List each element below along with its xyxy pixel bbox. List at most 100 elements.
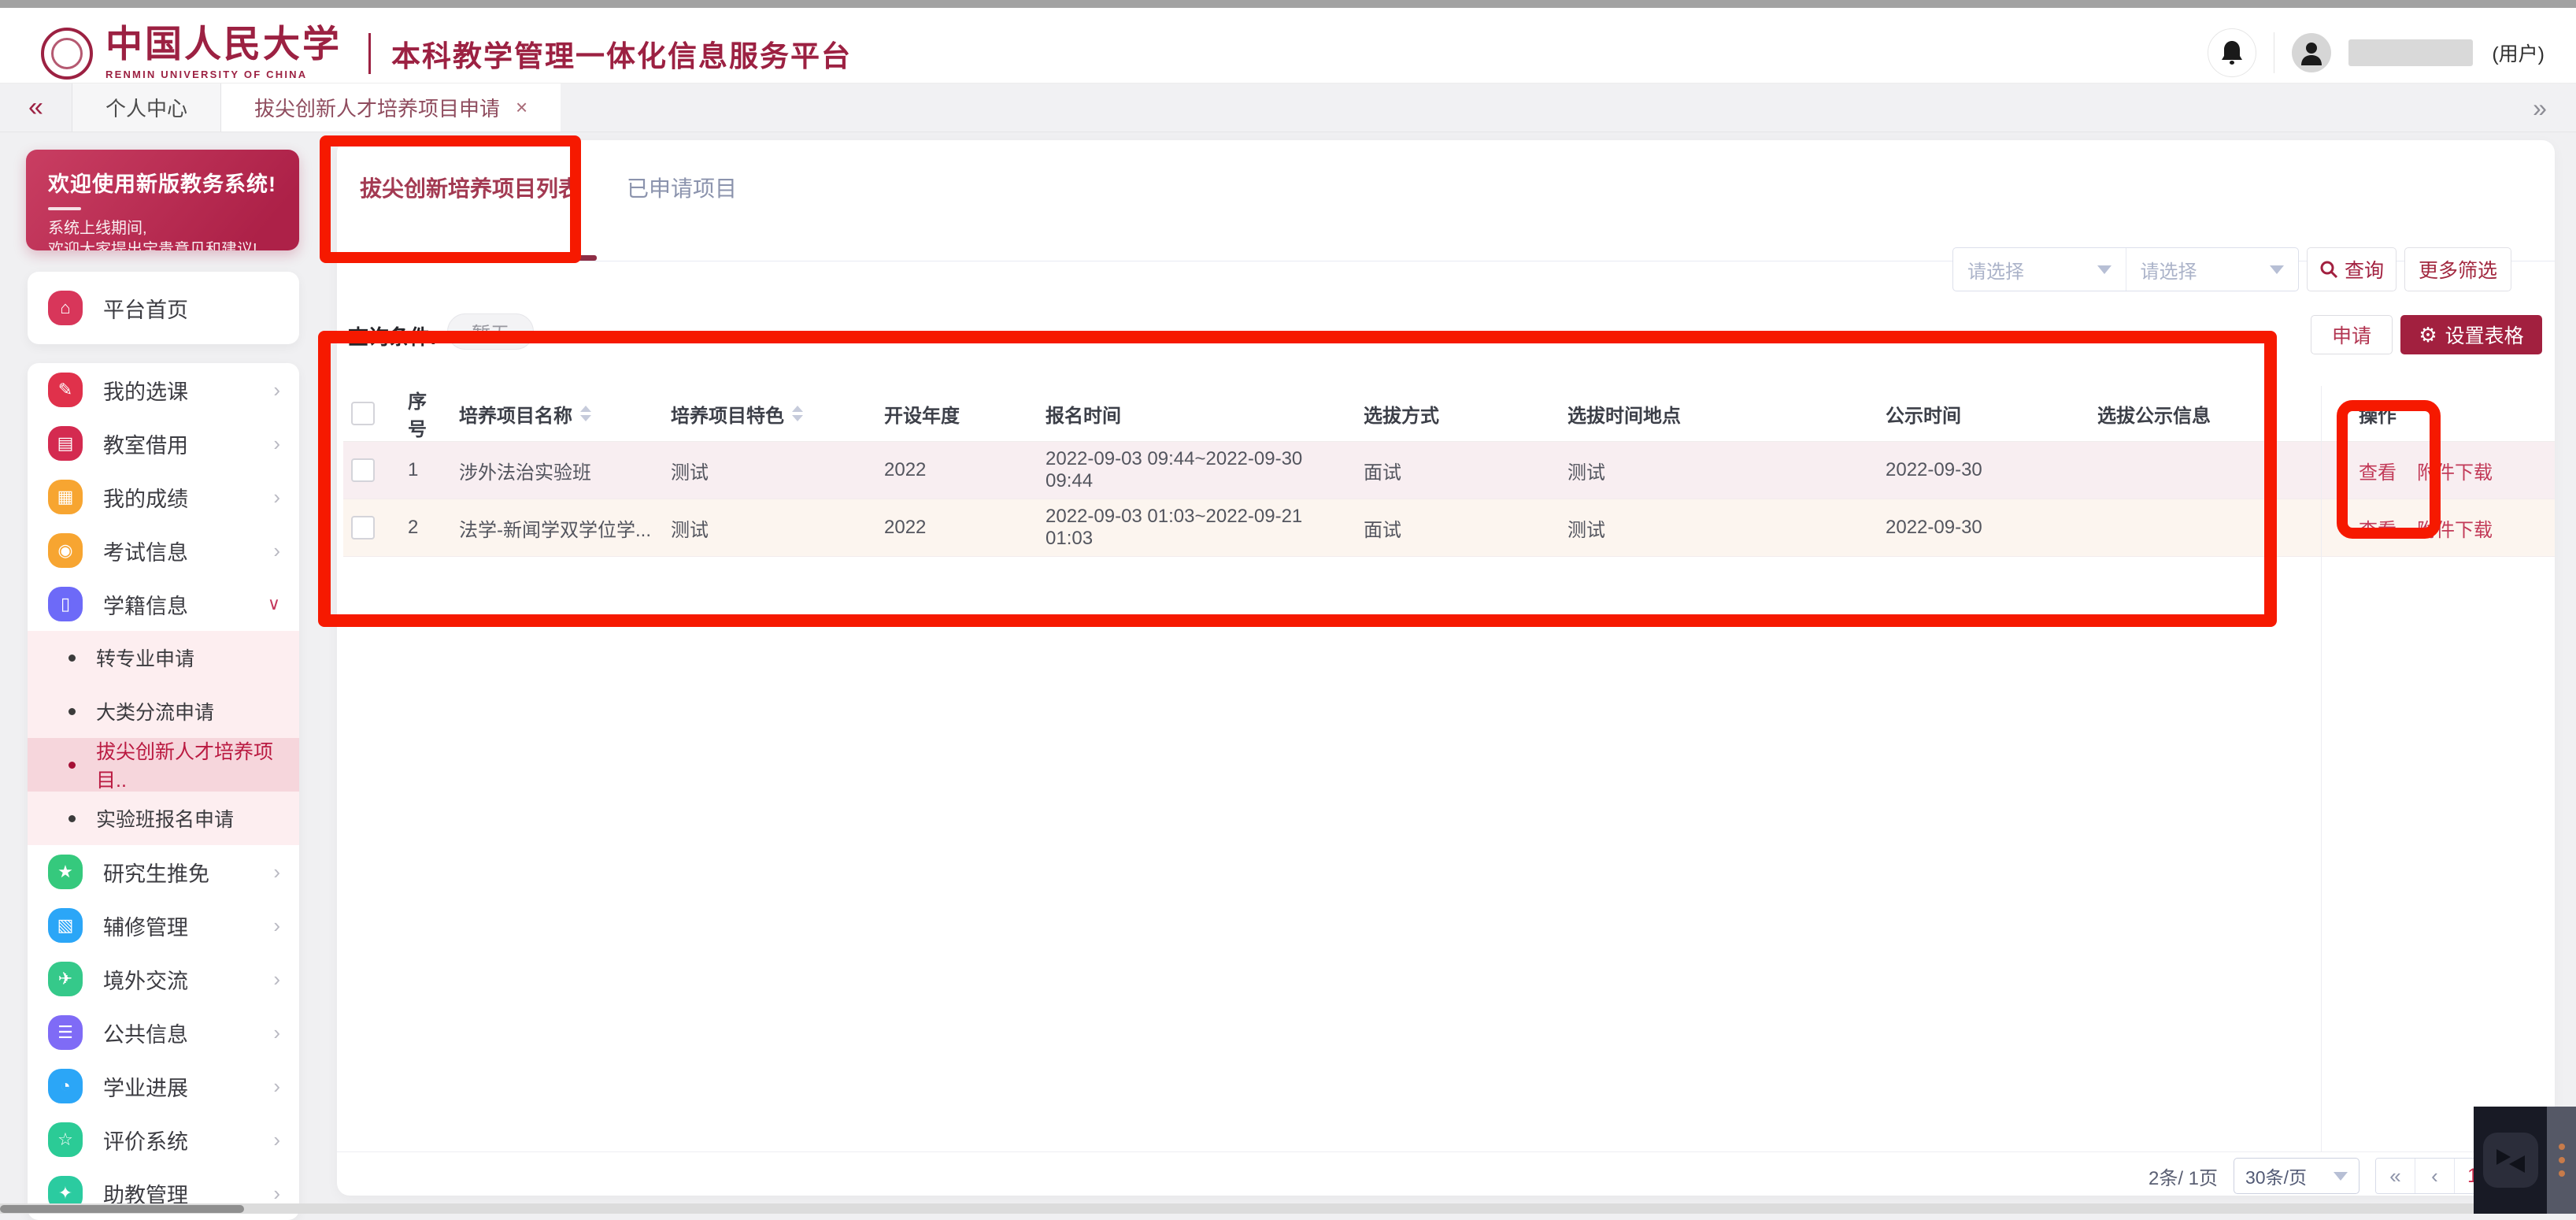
grades-icon: ▦ bbox=[48, 480, 83, 514]
chevron-down-icon: ∨ bbox=[268, 594, 280, 614]
filter-select-group: 请选择 请选择 bbox=[1952, 247, 2299, 291]
sidebar-item-classroom-borrow[interactable]: ▤ 教室借用 › bbox=[28, 417, 299, 470]
chevron-right-icon: › bbox=[273, 432, 280, 456]
chevron-right-icon: › bbox=[273, 914, 280, 938]
bullet-icon bbox=[68, 762, 76, 769]
chevron-right-icon: › bbox=[273, 967, 280, 992]
welcome-banner: 欢迎使用新版教务系统! 系统上线期间, 欢迎大家提出宝贵意见和建议! bbox=[26, 150, 299, 250]
sidebar-collapse-button[interactable]: « bbox=[0, 83, 72, 132]
bullet-icon bbox=[68, 654, 76, 662]
sidebar-item-exam-info[interactable]: ◉ 考试信息 › bbox=[28, 524, 299, 577]
bullet-icon bbox=[68, 708, 76, 715]
dot-icon bbox=[2559, 1170, 2565, 1177]
progress-icon: ◔ bbox=[48, 1069, 83, 1103]
sidebar-home-label: 平台首页 bbox=[103, 293, 188, 324]
brand-name-cn: 中国人民大学 bbox=[105, 27, 342, 64]
student-status-icon: ▯ bbox=[48, 587, 83, 621]
graduate-icon: ★ bbox=[48, 855, 83, 889]
first-page-button[interactable]: « bbox=[2376, 1159, 2415, 1193]
notification-bell-button[interactable] bbox=[2208, 28, 2256, 77]
pagination-divider bbox=[337, 1151, 2555, 1152]
university-logo: 中国人民大学 RENMIN UNIVERSITY OF CHINA 本科教学管理… bbox=[41, 25, 852, 82]
dot-icon bbox=[2559, 1157, 2565, 1163]
my-courses-icon: ✎ bbox=[48, 373, 83, 407]
chevron-down-icon bbox=[2334, 1172, 2348, 1181]
banner-accent-bar bbox=[48, 207, 81, 210]
platform-title: 本科教学管理一体化信息服务平台 bbox=[391, 32, 852, 75]
apply-button[interactable]: 申请 bbox=[2311, 315, 2393, 354]
user-name-redacted bbox=[2348, 39, 2473, 66]
exam-icon: ◉ bbox=[48, 533, 83, 568]
pagination-summary: 2条/ 1页 bbox=[2149, 1163, 2218, 1190]
horizontal-scrollbar[interactable] bbox=[0, 1205, 244, 1213]
filter-select-2[interactable]: 请选择 bbox=[2126, 248, 2299, 291]
widget-menu-button[interactable] bbox=[2547, 1107, 2576, 1214]
sidebar-subitem-experimental-class[interactable]: 实验班报名申请 bbox=[28, 792, 299, 845]
search-icon bbox=[2319, 260, 2338, 279]
sidebar-subitem-talent-project[interactable]: 拔尖创新人才培养项目.. bbox=[28, 738, 299, 792]
sidebar-item-home[interactable]: ⌂ 平台首页 bbox=[28, 272, 299, 344]
chevron-right-icon: › bbox=[273, 485, 280, 510]
gear-icon: ⚙ bbox=[2419, 324, 2437, 345]
chevron-right-icon: › bbox=[273, 539, 280, 563]
tab-talent-project-application[interactable]: 拔尖创新人才培养项目申请 × bbox=[221, 83, 561, 132]
app-header: 中国人民大学 RENMIN UNIVERSITY OF CHINA 本科教学管理… bbox=[0, 8, 2576, 83]
operations-column-divider bbox=[2321, 386, 2322, 1151]
brand-name-en: RENMIN UNIVERSITY OF CHINA bbox=[105, 69, 342, 80]
chevron-right-icon: › bbox=[273, 1074, 280, 1099]
sidebar-item-student-status[interactable]: ▯ 学籍信息 ∨ bbox=[28, 577, 299, 631]
sidebar-item-academic-progress[interactable]: ◔ 学业进展 › bbox=[28, 1059, 299, 1113]
main-content-card: 拔尖创新培养项目列表 已申请项目 请选择 请选择 查询 更多筛选 查询条件: 暂… bbox=[337, 140, 2555, 1196]
user-avatar[interactable] bbox=[2292, 33, 2331, 72]
annotation-box-table bbox=[318, 331, 2277, 627]
tab-personal-center[interactable]: 个人中心 bbox=[72, 83, 221, 132]
filter-select-1[interactable]: 请选择 bbox=[1953, 248, 2126, 291]
sidebar-item-graduate-recommendation[interactable]: ★ 研究生推免 › bbox=[28, 845, 299, 899]
widget-icon bbox=[2483, 1133, 2538, 1188]
more-filters-button[interactable]: 更多筛选 bbox=[2404, 247, 2511, 291]
user-role-label: (用户) bbox=[2492, 39, 2545, 67]
sidebar-item-public-info[interactable]: ☰ 公共信息 › bbox=[28, 1006, 299, 1059]
tab-personal-center-label: 个人中心 bbox=[105, 93, 187, 122]
page-size-select[interactable]: 30条/页 bbox=[2234, 1158, 2359, 1194]
university-seal-icon bbox=[41, 28, 93, 80]
public-info-icon: ☰ bbox=[48, 1015, 83, 1050]
sidebar-item-my-courses[interactable]: ✎ 我的选课 › bbox=[28, 363, 299, 417]
header-divider bbox=[368, 33, 371, 74]
classroom-icon: ▤ bbox=[48, 426, 83, 461]
person-icon bbox=[2300, 40, 2323, 65]
close-icon[interactable]: × bbox=[516, 95, 527, 120]
banner-line2: 系统上线期间, bbox=[48, 218, 277, 239]
evaluation-icon: ☆ bbox=[48, 1122, 83, 1157]
airplane-icon: ✈ bbox=[48, 962, 83, 996]
tab-talent-project-label: 拔尖创新人才培养项目申请 bbox=[254, 93, 500, 122]
screen-capture-widget bbox=[2474, 1107, 2576, 1214]
widget-main-button[interactable] bbox=[2474, 1107, 2547, 1214]
chevron-right-icon: › bbox=[273, 378, 280, 402]
tabs-expand-button[interactable]: » bbox=[2504, 83, 2576, 132]
sidebar-menu: ✎ 我的选课 › ▤ 教室借用 › ▦ 我的成绩 › ◉ 考试信息 › ▯ 学籍… bbox=[28, 363, 299, 1220]
content-tab-applied-projects[interactable]: 已申请项目 bbox=[627, 172, 737, 203]
bowtie-play-icon bbox=[2493, 1146, 2528, 1174]
search-button[interactable]: 查询 bbox=[2307, 247, 2396, 291]
chevron-down-icon bbox=[2270, 265, 2284, 274]
banner-line3: 欢迎大家提出宝贵意见和建议! bbox=[48, 239, 277, 250]
window-tab-strip: « 个人中心 拔尖创新人才培养项目申请 × bbox=[0, 83, 2576, 132]
bell-icon bbox=[2220, 39, 2244, 66]
window-top-edge bbox=[0, 0, 2576, 8]
sidebar-subitem-major-transfer[interactable]: 转专业申请 bbox=[28, 631, 299, 684]
previous-page-button[interactable]: ‹ bbox=[2415, 1159, 2455, 1193]
chevron-right-icon: › bbox=[273, 1021, 280, 1045]
home-icon: ⌂ bbox=[48, 291, 83, 325]
sidebar-item-minor-management[interactable]: ▧ 辅修管理 › bbox=[28, 899, 299, 952]
chevron-down-icon bbox=[2097, 265, 2112, 274]
sidebar-item-evaluation-system[interactable]: ☆ 评价系统 › bbox=[28, 1113, 299, 1166]
sidebar-item-my-grades[interactable]: ▦ 我的成绩 › bbox=[28, 470, 299, 524]
sidebar-item-overseas-exchange[interactable]: ✈ 境外交流 › bbox=[28, 952, 299, 1006]
minor-icon: ▧ bbox=[48, 908, 83, 943]
dot-icon bbox=[2559, 1144, 2565, 1150]
pagination: 2条/ 1页 30条/页 « ‹ 1 bbox=[337, 1158, 2492, 1194]
table-settings-button[interactable]: ⚙ 设置表格 bbox=[2400, 315, 2542, 354]
sidebar-subitem-category-diversion[interactable]: 大类分流申请 bbox=[28, 684, 299, 738]
annotation-box-view-action bbox=[2337, 400, 2441, 539]
